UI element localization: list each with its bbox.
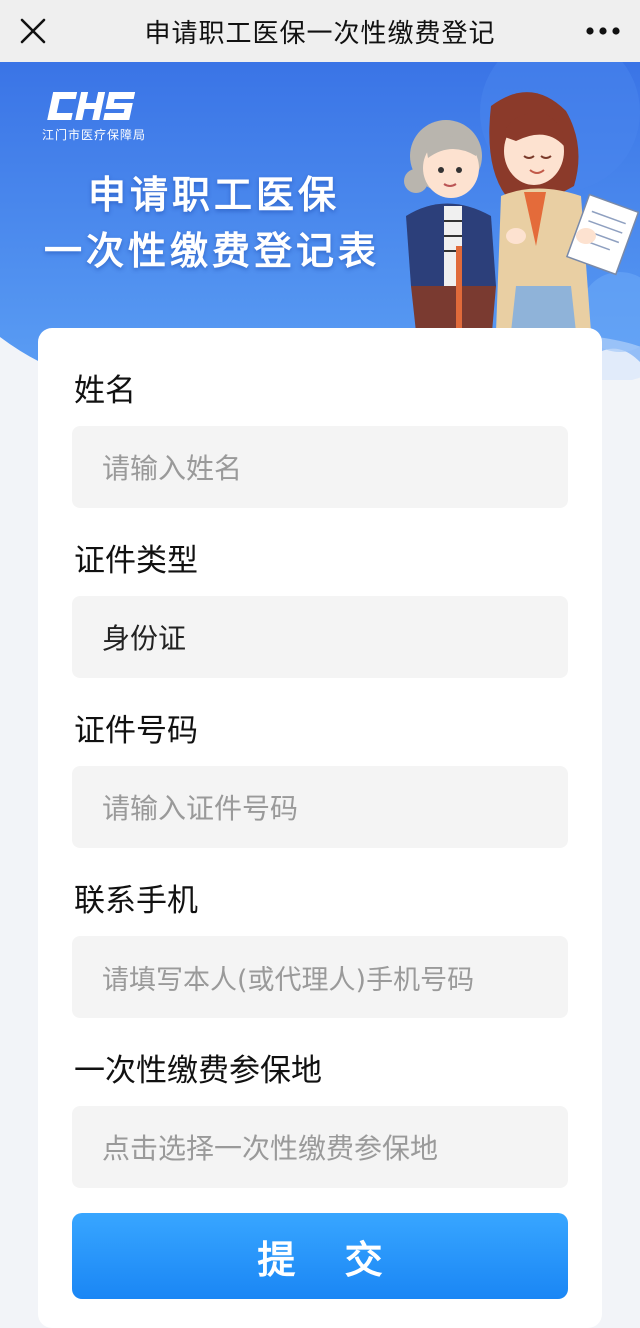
id-type-select[interactable]: 身份证 — [72, 596, 568, 678]
elderly-helper-illustration — [404, 92, 640, 332]
id-type-value: 身份证 — [102, 622, 187, 655]
id-type-label: 证件类型 — [74, 543, 198, 579]
name-placeholder: 请输入姓名 — [102, 452, 243, 485]
page-title: 申请职工医保一次性缴费登记 — [144, 18, 496, 49]
location-select[interactable]: 点击选择一次性缴费参保地 — [72, 1106, 568, 1188]
id-number-input[interactable]: 请输入证件号码 — [72, 766, 568, 848]
phone-label: 联系手机 — [74, 883, 198, 919]
location-label: 一次性缴费参保地 — [74, 1053, 322, 1089]
top-nav-bar: 申请职工医保一次性缴费登记 — [0, 0, 640, 62]
name-label: 姓名 — [74, 373, 136, 409]
close-icon[interactable] — [14, 12, 52, 50]
phone-placeholder: 请填写本人(或代理人)手机号码 — [102, 964, 475, 996]
id-number-label: 证件号码 — [74, 713, 198, 749]
submit-button[interactable]: 提 交 — [72, 1213, 568, 1299]
id-number-placeholder: 请输入证件号码 — [102, 792, 299, 825]
banner-title-line1: 申请职工医保 — [88, 172, 341, 217]
banner-title-line2: 一次性缴费登记表 — [44, 228, 381, 273]
more-dots-icon[interactable] — [580, 12, 626, 50]
logo-subtitle: 江门市医疗保障局 — [42, 128, 147, 142]
location-placeholder: 点击选择一次性缴费参保地 — [102, 1132, 439, 1165]
name-input[interactable]: 请输入姓名 — [72, 426, 568, 508]
phone-input[interactable]: 请填写本人(或代理人)手机号码 — [72, 936, 568, 1018]
chs-logo — [42, 88, 142, 128]
